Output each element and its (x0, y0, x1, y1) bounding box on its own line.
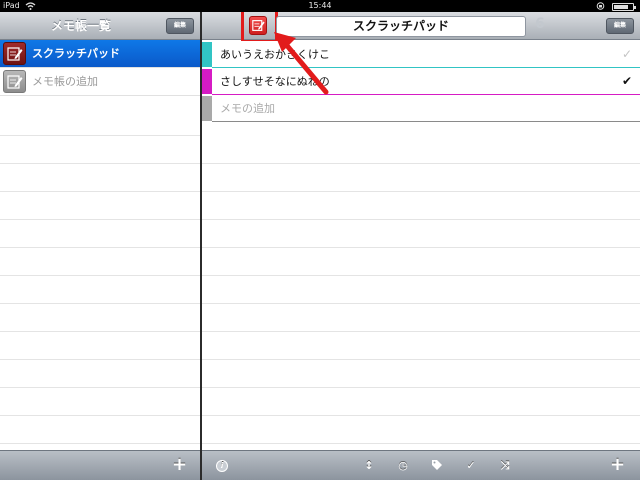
add-memo-row[interactable]: メモの追加 (202, 95, 640, 122)
memo-toolbar: i ↕ ◷ ✓ ⤨ + (202, 450, 640, 480)
memo-navbar: スクラッチパッド 6 編集 (202, 12, 640, 43)
check-icon[interactable]: ✔ (622, 68, 632, 95)
add-notebook-button[interactable]: + (172, 456, 187, 474)
clock-time: 15:44 (308, 1, 332, 10)
notebook-list-empty-area (0, 108, 200, 450)
highlight-box (241, 12, 278, 43)
memo-edit-button[interactable]: 編集 (606, 18, 634, 34)
notebook-list-edit-button[interactable]: 編集 (166, 18, 194, 34)
clock-icon[interactable]: ◷ (396, 459, 410, 473)
info-icon[interactable]: i (216, 460, 228, 472)
check-icon[interactable]: ✓ (622, 41, 632, 68)
memo-color-tab (202, 42, 212, 67)
notebook-item-label: メモ帳の追加 (32, 75, 98, 88)
notebook-item-label: スクラッチパッド (32, 47, 120, 60)
battery-icon (612, 3, 636, 11)
memo-empty-area (202, 136, 640, 450)
check-all-icon[interactable]: ✓ (464, 459, 478, 473)
add-memo-placeholder: メモの追加 (220, 102, 275, 115)
memo-text: あいうえおかきくけこ (220, 48, 330, 61)
notebook-add-icon (3, 70, 26, 93)
notebook-pencil-icon (3, 42, 26, 65)
memo-item[interactable]: さしすせそなにぬねの ✔ (202, 68, 640, 95)
add-memo-button[interactable]: + (610, 456, 625, 474)
sort-icon[interactable]: ↕ (362, 459, 376, 473)
status-bar: iPad 15:44 (0, 0, 640, 12)
notebook-list-panel: メモ帳一覧 編集 スクラッチパッド メモ帳の追加 + (0, 12, 200, 480)
memo-underline (212, 121, 640, 122)
memo-panel: スクラッチパッド 6 編集 あいうえおかきくけこ ✓ さしすせそなにぬねの ✔ … (202, 12, 640, 480)
memo-color-tab (202, 96, 212, 121)
notebook-item-scratchpad[interactable]: スクラッチパッド (0, 40, 200, 68)
notebook-list-navbar: メモ帳一覧 編集 (0, 12, 200, 40)
memo-item[interactable]: あいうえおかきくけこ ✓ (202, 41, 640, 68)
memo-count: 6 (535, 16, 545, 32)
notebook-list-toolbar: + (0, 450, 200, 480)
memo-color-tab (202, 69, 212, 94)
tag-icon[interactable] (430, 459, 444, 473)
notebook-list-title: メモ帳一覧 (50, 19, 111, 33)
notebook-item-add[interactable]: メモ帳の追加 (0, 68, 200, 96)
memo-text: さしすせそなにぬねの (220, 75, 330, 88)
notebook-title-field[interactable]: スクラッチパッド (276, 16, 526, 37)
rotation-lock-icon (596, 2, 605, 10)
shuffle-icon[interactable]: ⤨ (498, 459, 512, 473)
